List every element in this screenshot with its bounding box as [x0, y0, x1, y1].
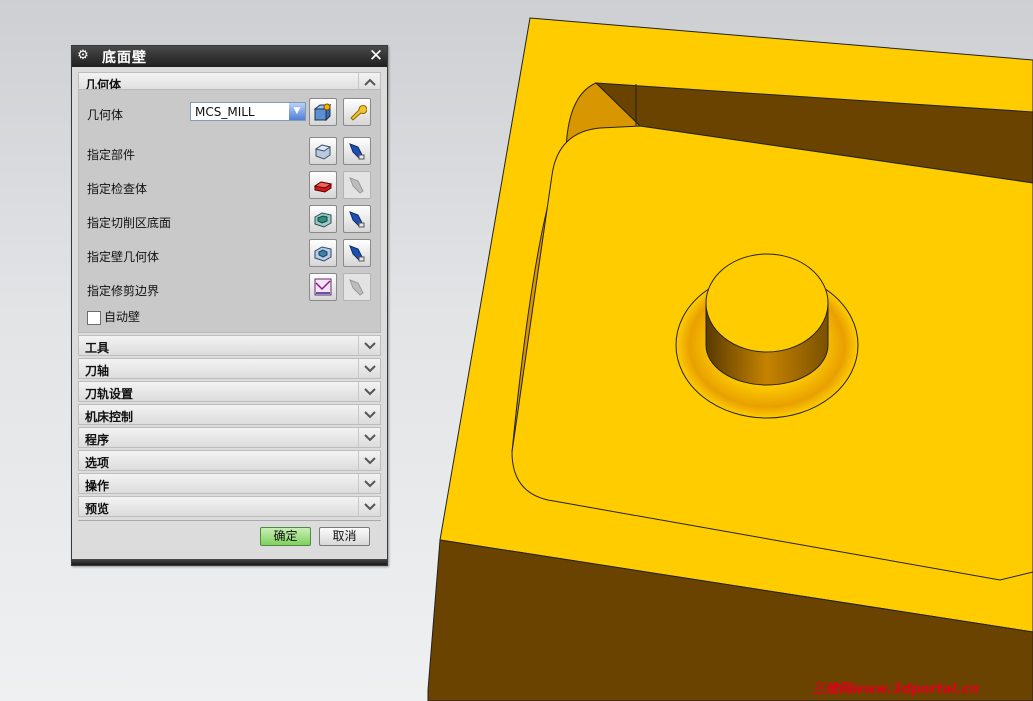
dialog-titlebar[interactable]: ⚙ 底面壁 ✕ [72, 46, 387, 67]
watermark: 三维网www.3dportal.cn [812, 682, 980, 697]
section-tool-header[interactable]: 工具 [78, 335, 381, 356]
specify-part-label: 指定部件 [87, 148, 136, 162]
section-label: 刀轨设置 [85, 387, 134, 401]
geometry-select-value: MCS_MILL [195, 105, 255, 119]
section-machine-control-header[interactable]: 机床控制 [78, 404, 381, 425]
dialog-title: 底面壁 [102, 50, 147, 66]
new-geometry-button[interactable] [309, 98, 337, 126]
close-icon[interactable]: ✕ [367, 47, 385, 65]
auto-wall-label: 自动壁 [104, 310, 141, 324]
edit-geometry-button[interactable] [343, 98, 371, 126]
auto-wall-checkbox[interactable] [87, 310, 101, 325]
geometry-select[interactable]: MCS_MILL ▼ [190, 102, 306, 121]
boss-top-face[interactable] [705, 253, 829, 353]
footer-divider [78, 520, 381, 521]
specify-check-button[interactable] [309, 171, 337, 199]
section-program-header[interactable]: 程序 [78, 427, 381, 448]
chevron-down-icon[interactable] [358, 428, 380, 447]
cancel-button[interactable]: 取消 [319, 527, 370, 546]
section-label: 操作 [85, 479, 110, 493]
floor-wall-dialog: ⚙ 底面壁 ✕ 几何体 几何体 MCS_MILL ▼ 指定部件 指定检查体 指定… [71, 45, 388, 566]
display-wall-flashlight-button[interactable] [343, 239, 371, 267]
section-label: 工具 [85, 341, 110, 355]
specify-part-button[interactable] [309, 137, 337, 165]
section-label: 机床控制 [85, 410, 134, 424]
display-trim-flashlight-button[interactable] [343, 273, 371, 301]
dialog-bottom-bar [72, 559, 387, 565]
chevron-down-icon[interactable]: ▼ [289, 103, 305, 120]
chevron-down-icon[interactable] [358, 382, 380, 401]
auto-wall-option[interactable]: 自动壁 [87, 308, 140, 325]
specify-floor-button[interactable] [309, 205, 337, 233]
chevron-down-icon[interactable] [358, 405, 380, 424]
section-label: 程序 [85, 433, 110, 447]
section-label: 选项 [85, 456, 110, 470]
chevron-down-icon[interactable] [358, 451, 380, 470]
section-options-header[interactable]: 选项 [78, 450, 381, 471]
chevron-down-icon[interactable] [358, 359, 380, 378]
display-floor-flashlight-button[interactable] [343, 205, 371, 233]
geometry-panel: 几何体 MCS_MILL ▼ 指定部件 指定检查体 指定切削区底面 指定壁几何体… [78, 89, 381, 333]
section-label: 预览 [85, 502, 110, 516]
specify-check-label: 指定检查体 [87, 182, 148, 196]
chevron-down-icon[interactable] [358, 474, 380, 493]
chevron-down-icon[interactable] [358, 497, 380, 516]
section-preview-header[interactable]: 预览 [78, 496, 381, 517]
section-label: 刀轴 [85, 364, 110, 378]
display-part-flashlight-button[interactable] [343, 137, 371, 165]
chevron-down-icon[interactable] [358, 336, 380, 355]
section-tool-axis-header[interactable]: 刀轴 [78, 358, 381, 379]
display-check-flashlight-button[interactable] [343, 171, 371, 199]
specify-trim-boundary-label: 指定修剪边界 [87, 284, 160, 298]
specify-wall-button[interactable] [309, 239, 337, 267]
specify-trim-boundary-button[interactable] [309, 273, 337, 301]
specify-wall-label: 指定壁几何体 [87, 250, 160, 264]
specify-floor-label: 指定切削区底面 [87, 216, 172, 230]
geometry-label: 几何体 [87, 108, 124, 122]
section-path-settings-header[interactable]: 刀轨设置 [78, 381, 381, 402]
gear-icon[interactable]: ⚙ [76, 49, 90, 63]
section-actions-header[interactable]: 操作 [78, 473, 381, 494]
ok-button[interactable]: 确定 [260, 527, 311, 546]
